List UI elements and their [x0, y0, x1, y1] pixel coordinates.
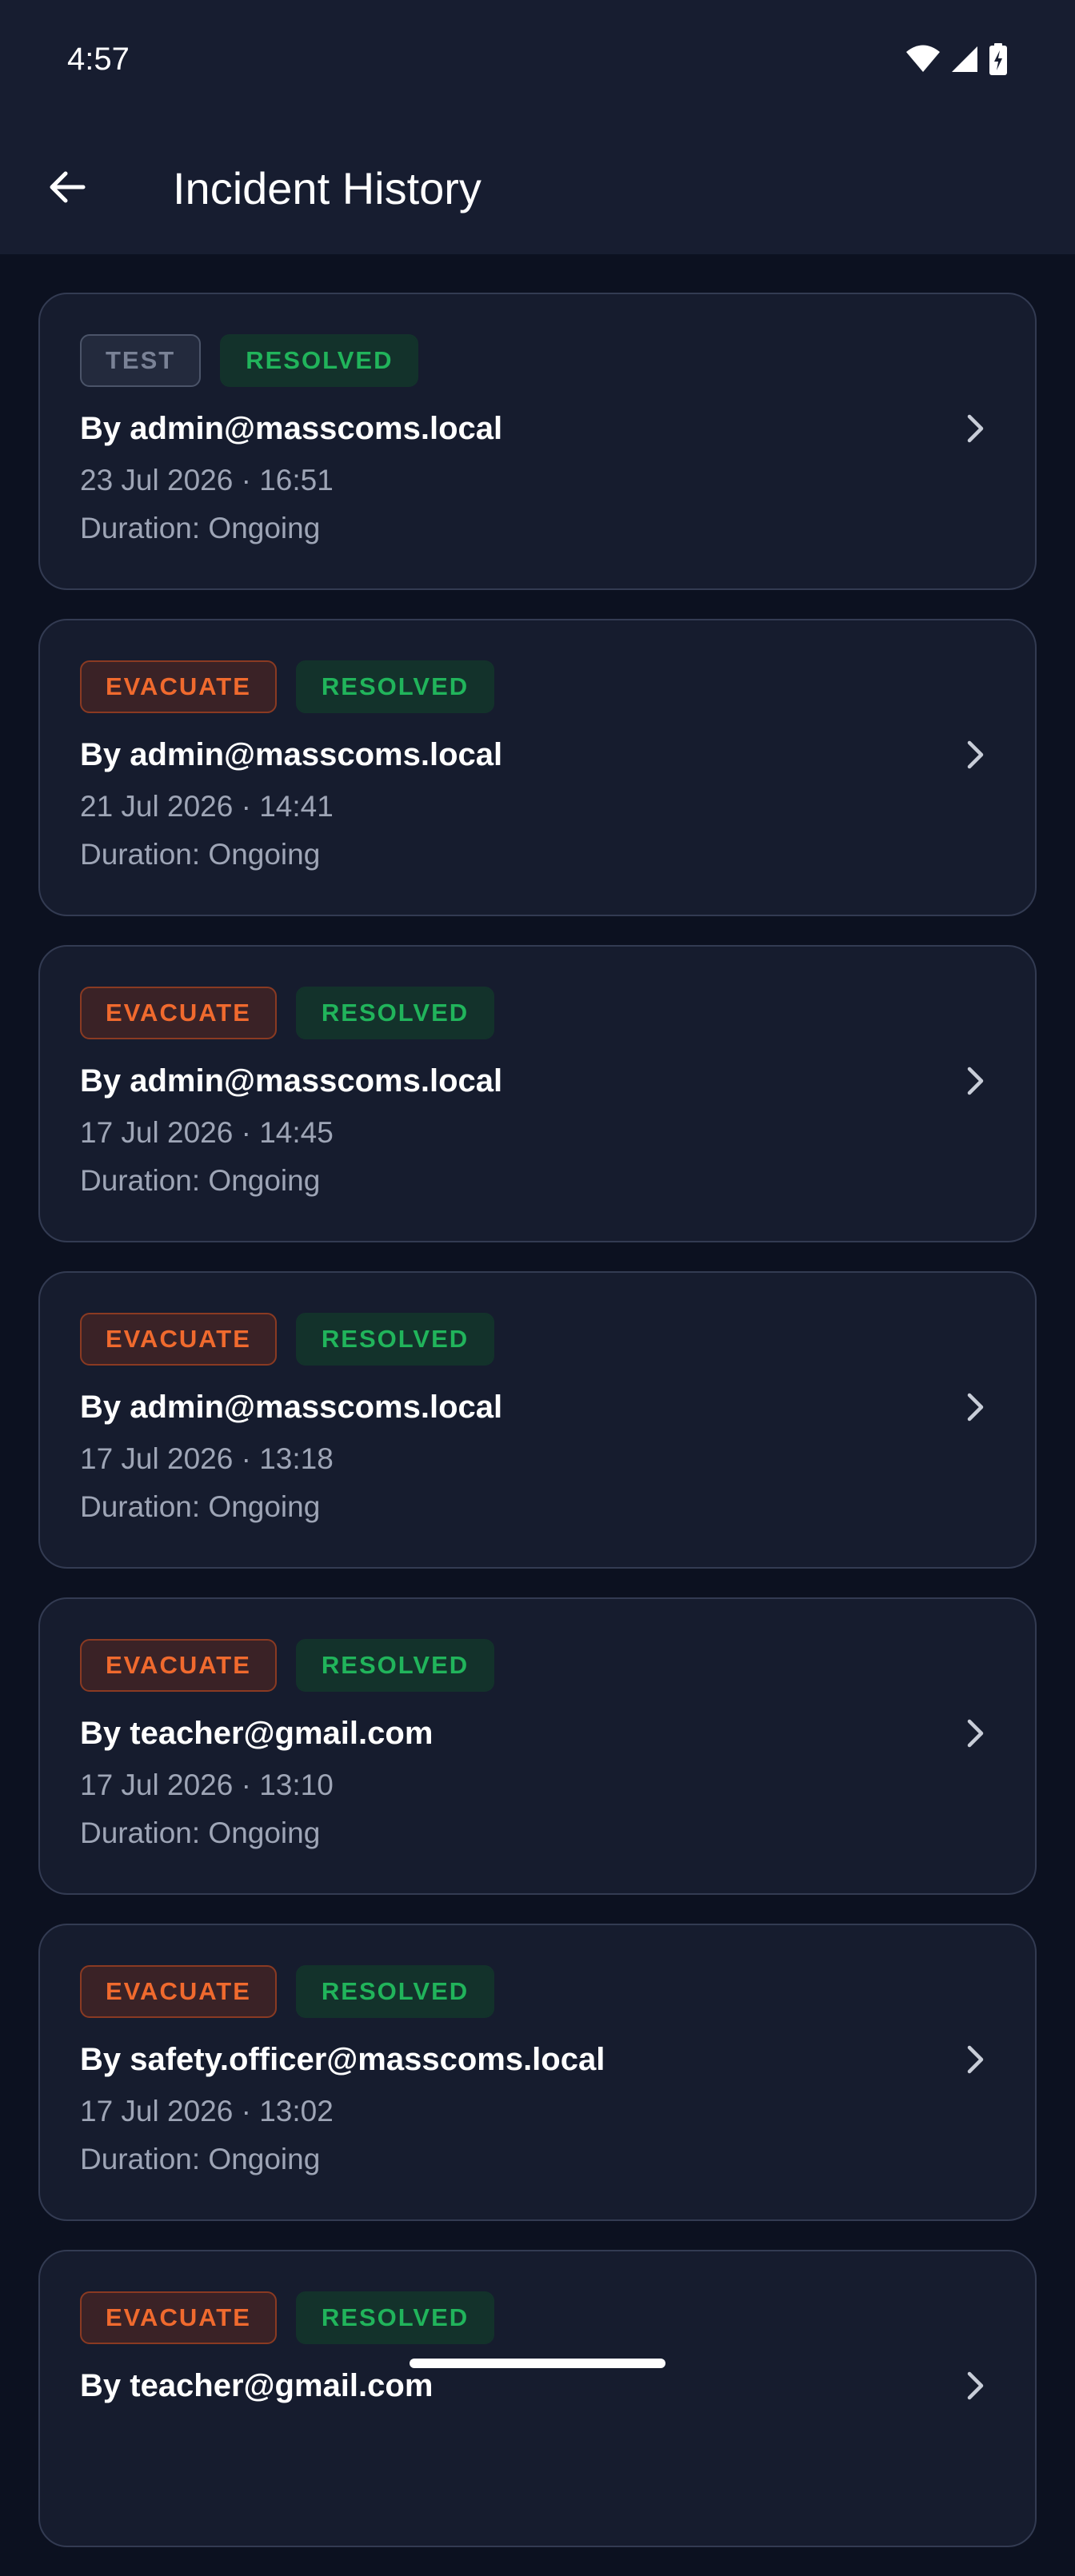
incident-author: By admin@masscoms.local	[80, 1063, 503, 1099]
incident-status-badge: RESOLVED	[220, 334, 419, 387]
incident-status-badge: RESOLVED	[295, 660, 495, 713]
chevron-right-icon	[957, 2367, 995, 2405]
incident-card[interactable]: TEST RESOLVED By admin@masscoms.local 23…	[38, 293, 1037, 590]
incident-author: By admin@masscoms.local	[80, 1390, 503, 1425]
incident-badges: EVACUATE RESOLVED	[80, 2291, 495, 2344]
chevron-right-icon	[957, 2040, 995, 2079]
cell-signal-icon	[950, 45, 979, 74]
incident-status-badge: RESOLVED	[295, 1639, 495, 1692]
status-bar-time: 4:57	[67, 42, 130, 77]
incident-status-badge: RESOLVED	[295, 1313, 495, 1366]
incident-datetime: 17 Jul 2026 · 13:10	[80, 1769, 334, 1801]
incident-type-badge: EVACUATE	[80, 1965, 277, 2018]
incident-list[interactable]: TEST RESOLVED By admin@masscoms.local 23…	[38, 293, 1037, 2576]
chevron-right-icon	[957, 409, 995, 448]
incident-type-badge: TEST	[80, 334, 202, 387]
incident-status-badge: RESOLVED	[295, 987, 495, 1039]
incident-type-badge: EVACUATE	[80, 2291, 277, 2344]
incident-datetime: 17 Jul 2026 · 13:18	[80, 1442, 334, 1475]
incident-card[interactable]: EVACUATE RESOLVED By safety.officer@mass…	[38, 1924, 1037, 2221]
incident-badges: EVACUATE RESOLVED	[80, 1313, 495, 1366]
incident-card[interactable]: EVACUATE RESOLVED By admin@masscoms.loca…	[38, 945, 1037, 1242]
battery-charging-icon	[989, 43, 1008, 75]
back-button[interactable]	[34, 154, 101, 221]
incident-datetime: 23 Jul 2026 · 16:51	[80, 464, 334, 496]
incident-duration: Duration: Ongoing	[80, 838, 321, 871]
incident-duration: Duration: Ongoing	[80, 512, 321, 544]
page-title: Incident History	[173, 163, 482, 213]
incident-duration: Duration: Ongoing	[80, 1164, 321, 1197]
incident-author: By admin@masscoms.local	[80, 737, 503, 772]
chevron-right-icon	[957, 736, 995, 774]
incident-type-badge: EVACUATE	[80, 987, 277, 1039]
incident-badges: EVACUATE RESOLVED	[80, 1965, 495, 2018]
incident-card[interactable]: EVACUATE RESOLVED By admin@masscoms.loca…	[38, 1271, 1037, 1569]
status-bar-icons	[905, 40, 1008, 78]
incident-badges: EVACUATE RESOLVED	[80, 660, 495, 713]
home-indicator[interactable]	[410, 2359, 665, 2368]
incident-type-badge: EVACUATE	[80, 1313, 277, 1366]
incident-card[interactable]: EVACUATE RESOLVED By admin@masscoms.loca…	[38, 619, 1037, 916]
incident-status-badge: RESOLVED	[295, 2291, 495, 2344]
incident-status-badge: RESOLVED	[295, 1965, 495, 2018]
incident-badges: EVACUATE RESOLVED	[80, 987, 495, 1039]
incident-author: By safety.officer@masscoms.local	[80, 2042, 605, 2077]
incident-duration: Duration: Ongoing	[80, 1816, 321, 1849]
chevron-right-icon	[957, 1388, 995, 1426]
incident-badges: EVACUATE RESOLVED	[80, 1639, 495, 1692]
incident-datetime: 17 Jul 2026 · 14:45	[80, 1116, 334, 1149]
incident-datetime: 17 Jul 2026 · 13:02	[80, 2095, 334, 2127]
arrow-left-icon	[50, 171, 86, 203]
incident-author: By teacher@gmail.com	[80, 1716, 434, 1751]
incident-type-badge: EVACUATE	[80, 1639, 277, 1692]
incident-type-badge: EVACUATE	[80, 660, 277, 713]
incident-duration: Duration: Ongoing	[80, 2143, 321, 2175]
incident-badges: TEST RESOLVED	[80, 334, 419, 387]
incident-card[interactable]: EVACUATE RESOLVED By teacher@gmail.com 1…	[38, 1597, 1037, 1895]
incident-duration: Duration: Ongoing	[80, 1490, 321, 1523]
wifi-icon	[905, 45, 941, 74]
incident-author: By teacher@gmail.com	[80, 2368, 434, 2403]
incident-author: By admin@masscoms.local	[80, 411, 503, 446]
incident-card[interactable]: EVACUATE RESOLVED By teacher@gmail.com	[38, 2250, 1037, 2547]
top-app-bar: 4:57 Incident History	[0, 0, 1075, 254]
incident-datetime: 21 Jul 2026 · 14:41	[80, 790, 334, 823]
chevron-right-icon	[957, 1062, 995, 1100]
chevron-right-icon	[957, 1714, 995, 1753]
